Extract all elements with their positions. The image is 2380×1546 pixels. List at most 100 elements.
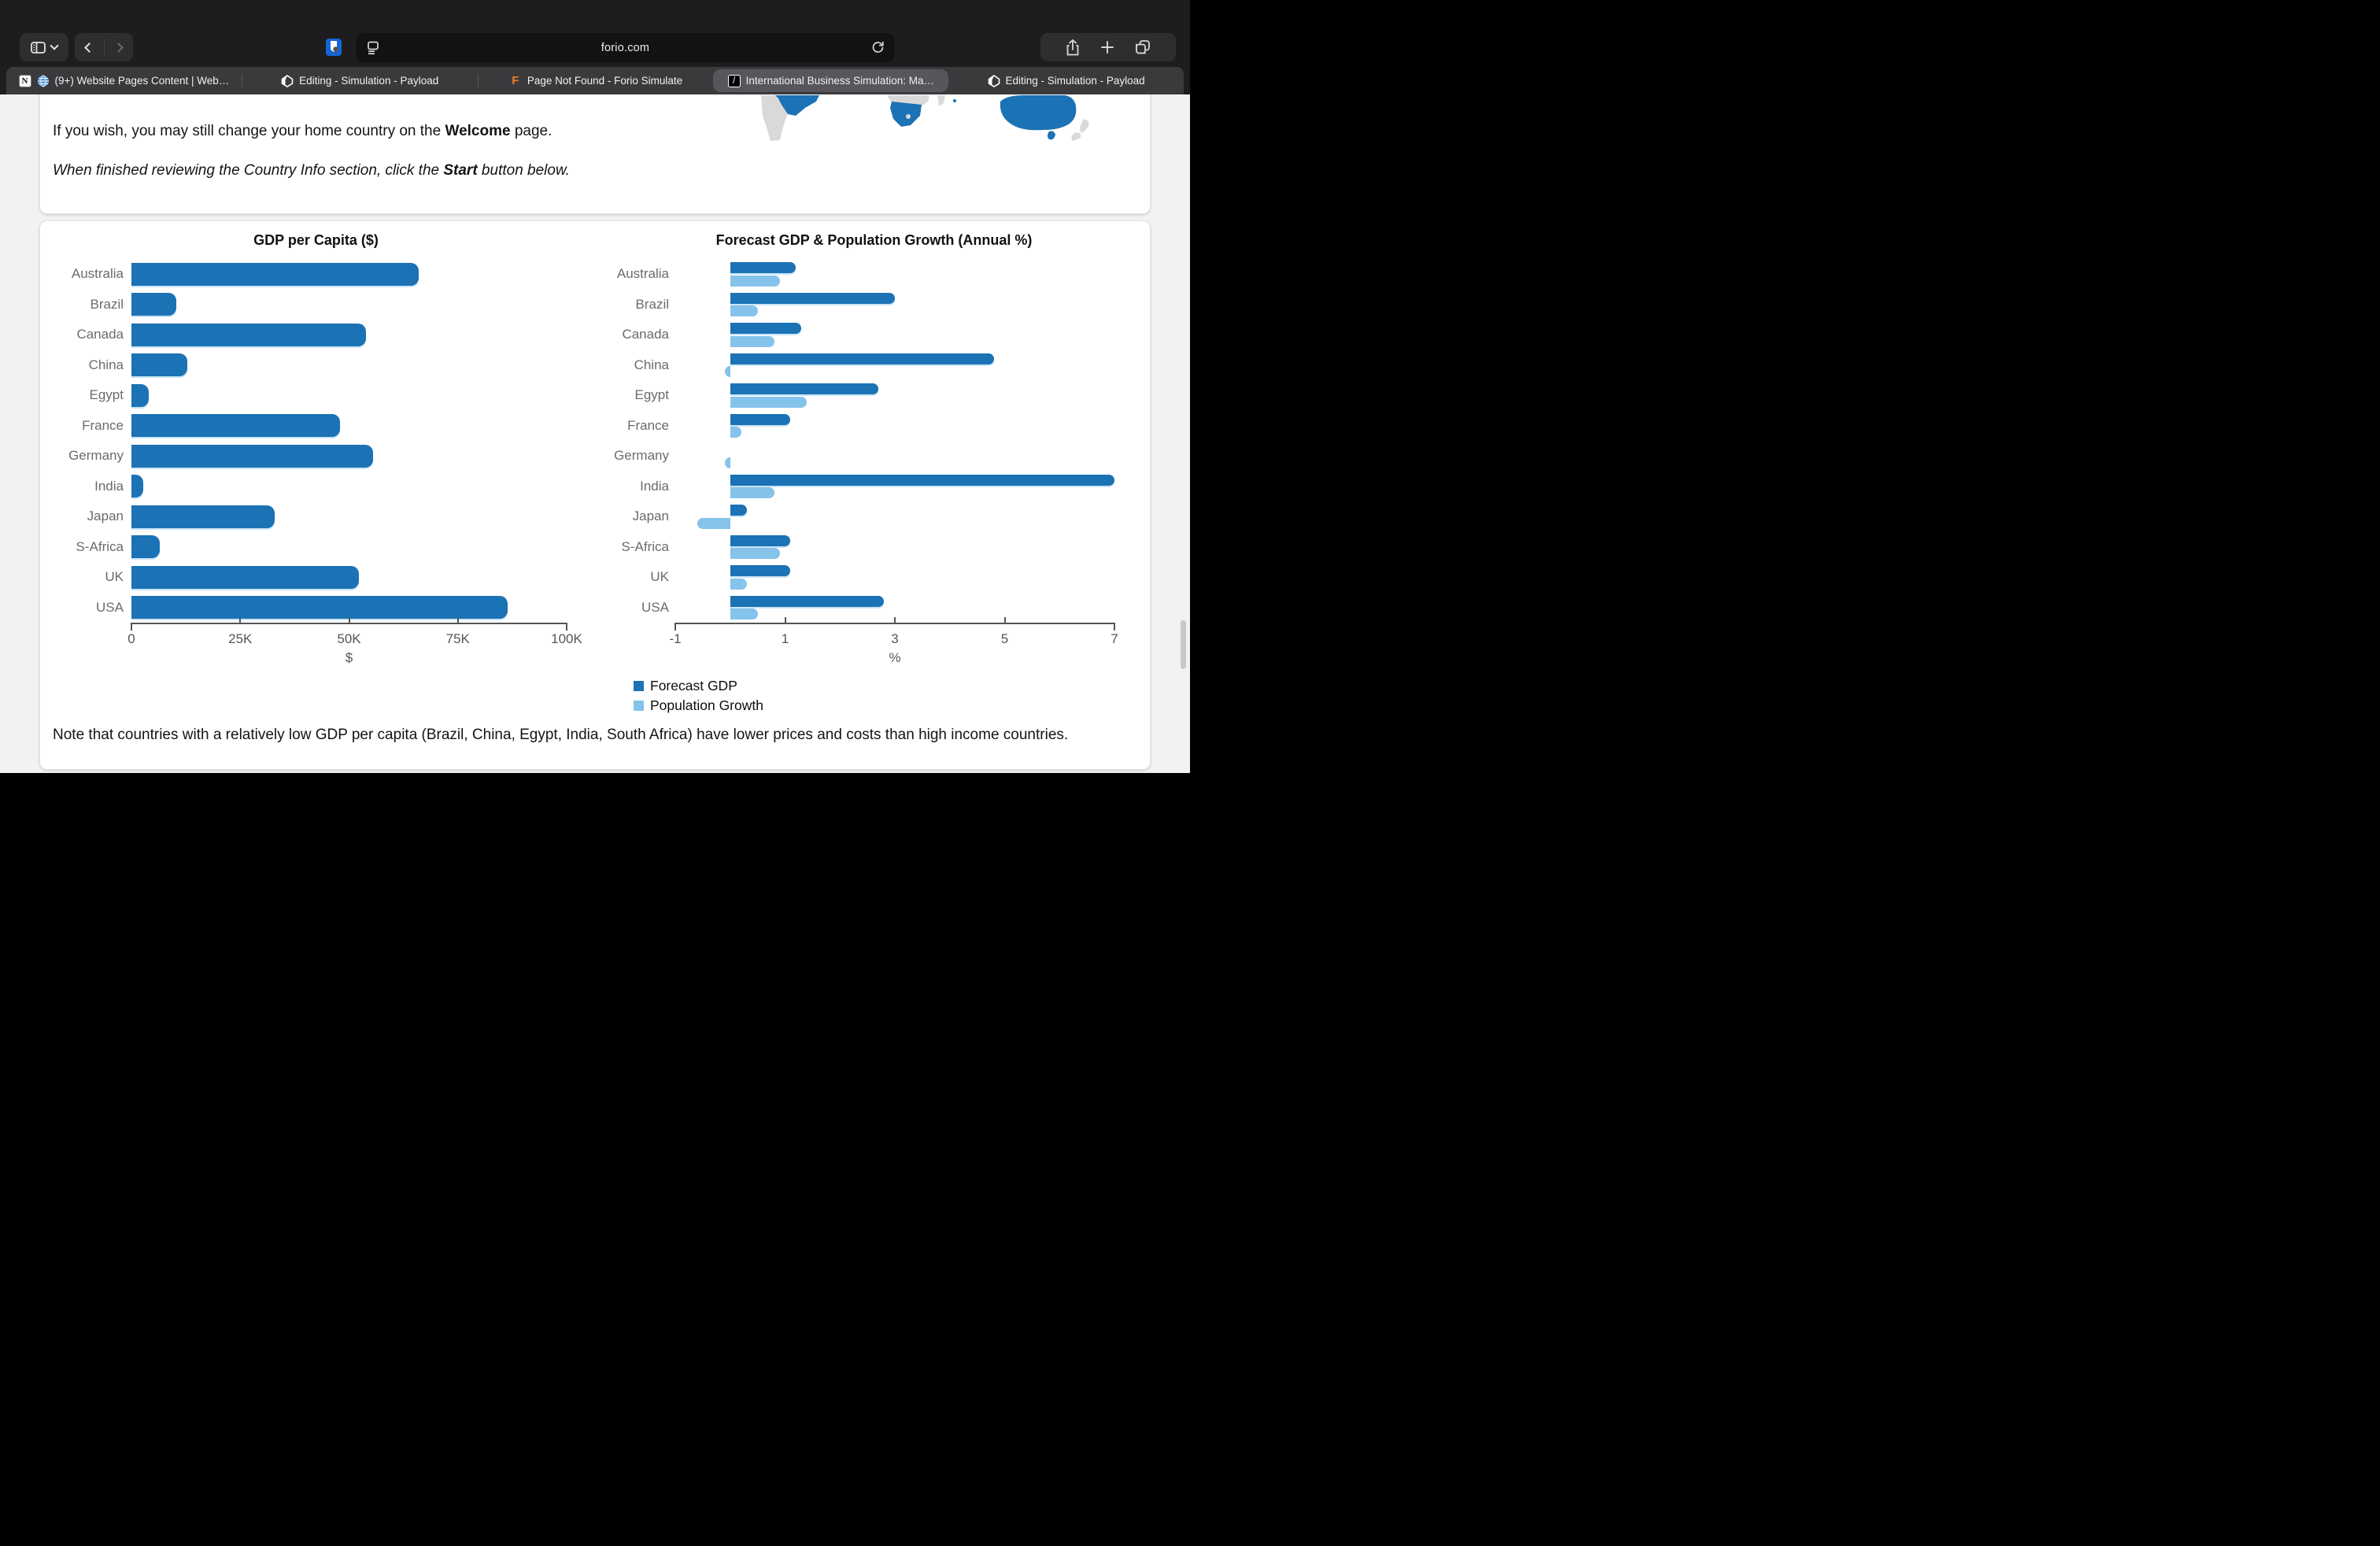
x-axis-line: -11357% [675, 623, 1114, 673]
bar-france-1 [730, 427, 741, 438]
chart-row: S-Africa [611, 532, 1137, 563]
browser-toolbar: forio.com [0, 0, 1190, 67]
instructions-card: If you wish, you may still change your h… [39, 94, 1151, 214]
back-icon [84, 43, 94, 53]
bar-s-africa-0 [730, 535, 791, 546]
axis-tick-label: 5 [1001, 631, 1008, 647]
chart-row: Brazil [53, 290, 579, 320]
tab-overview-icon[interactable] [1135, 39, 1151, 55]
browser-chrome: forio.com [0, 0, 1190, 94]
category-label: India [53, 472, 131, 502]
chart-row: USA [611, 593, 1137, 623]
legend-swatch-icon [634, 681, 644, 691]
chart-rows: AustraliaBrazilCanadaChinaEgyptFranceGer… [611, 259, 1137, 623]
url-bar[interactable]: forio.com [356, 33, 895, 62]
category-label: Brazil [611, 290, 675, 320]
charts-card: GDP per Capita ($) AustraliaBrazilCanada… [39, 220, 1151, 770]
axis-tick [131, 623, 132, 631]
axis-tick-label: 50K [337, 631, 360, 647]
sidebar-toggle-button[interactable] [20, 33, 68, 61]
refresh-icon[interactable] [871, 41, 885, 54]
legend-label: Population Growth [650, 697, 763, 714]
payload-diamond-icon [988, 75, 1000, 87]
notion-icon: N [19, 75, 31, 87]
forward-button[interactable] [104, 33, 133, 61]
category-label: UK [611, 562, 675, 593]
legend-item: Forecast GDP [634, 676, 1137, 696]
axis-tick [239, 617, 241, 623]
chart-row: France [53, 411, 579, 442]
chart-x-axis: -11357% [611, 623, 1137, 673]
tab-page-not-found[interactable]: F Page Not Found - Forio Simulate [479, 67, 714, 94]
bar-brazil-1 [730, 305, 758, 316]
gdp-per-capita-chart: GDP per Capita ($) AustraliaBrazilCanada… [53, 232, 579, 716]
chart-row: Egypt [53, 380, 579, 411]
category-label: Egypt [53, 380, 131, 411]
axis-tick [674, 623, 676, 631]
bar-uk-1 [730, 579, 747, 590]
globe-icon [37, 75, 50, 87]
bar-canada-0 [730, 323, 802, 334]
instruction-paragraph-1: If you wish, you may still change your h… [53, 121, 651, 142]
category-label: China [611, 350, 675, 381]
x-axis-title: % [889, 650, 900, 666]
bar-usa-0 [730, 596, 884, 607]
chart-row: Japan [611, 501, 1137, 532]
axis-tick [785, 617, 786, 623]
page-content: If you wish, you may still change your h… [0, 94, 1190, 773]
page-scrollbar[interactable] [1181, 620, 1186, 669]
bar-china-0 [730, 353, 994, 364]
category-label: USA [53, 593, 131, 623]
tab-website-pages-content[interactable]: N (9+) Website Pages Content | Web… [6, 67, 242, 94]
legend-label: Forecast GDP [650, 678, 737, 694]
tab-label: Editing - Simulation - Payload [1006, 75, 1145, 87]
tab-editing-simulation-2[interactable]: Editing - Simulation - Payload [948, 67, 1184, 94]
bar-australia-0 [730, 262, 796, 273]
category-label: Japan [53, 501, 131, 532]
tab-editing-simulation-1[interactable]: Editing - Simulation - Payload [242, 67, 478, 94]
toolbar-right-group [1040, 33, 1176, 61]
chart-row: India [53, 472, 579, 502]
bar-brazil-0 [131, 293, 176, 316]
tab-international-business-simulation[interactable]: / International Business Simulation: Ma… [713, 69, 948, 92]
chart-row: India [611, 472, 1137, 502]
category-label: France [611, 411, 675, 442]
axis-tick-label: 75K [446, 631, 470, 647]
chart-row: UK [53, 562, 579, 593]
chart-row: Egypt [611, 380, 1137, 411]
reader-icon[interactable] [366, 41, 380, 55]
bar-india-0 [131, 475, 143, 497]
bar-japan-1 [697, 518, 730, 529]
new-tab-icon[interactable] [1100, 40, 1114, 54]
bar-uk-0 [730, 565, 791, 576]
legend-swatch-icon [634, 701, 644, 711]
chart-row: Australia [53, 259, 579, 290]
category-label: Canada [611, 320, 675, 350]
tab-label: Editing - Simulation - Payload [299, 75, 438, 87]
sidebar-icon [31, 42, 46, 54]
navigation-buttons [75, 33, 133, 61]
bar-egypt-0 [131, 384, 149, 407]
category-label: Australia [611, 259, 675, 290]
bar-germany-0 [131, 445, 373, 468]
chart-row: S-Africa [53, 532, 579, 563]
category-label: Germany [53, 441, 131, 472]
back-button[interactable] [75, 33, 104, 61]
bar-canada-1 [730, 336, 774, 347]
category-label: France [53, 411, 131, 442]
chart-row: UK [611, 562, 1137, 593]
axis-tick-label: -1 [669, 631, 681, 647]
bar-india-0 [730, 475, 1114, 486]
bar-japan-0 [730, 505, 747, 516]
payload-diamond-icon [281, 75, 294, 87]
bar-france-0 [131, 414, 340, 437]
chart-row: Brazil [611, 290, 1137, 320]
axis-tick [457, 617, 459, 623]
category-label: UK [53, 562, 131, 593]
tab-label: Page Not Found - Forio Simulate [527, 75, 682, 87]
bar-france-0 [730, 414, 791, 425]
share-icon[interactable] [1066, 39, 1080, 56]
chevron-down-icon [50, 41, 58, 50]
password-extension-button[interactable] [318, 33, 349, 61]
axis-tick [349, 617, 350, 623]
